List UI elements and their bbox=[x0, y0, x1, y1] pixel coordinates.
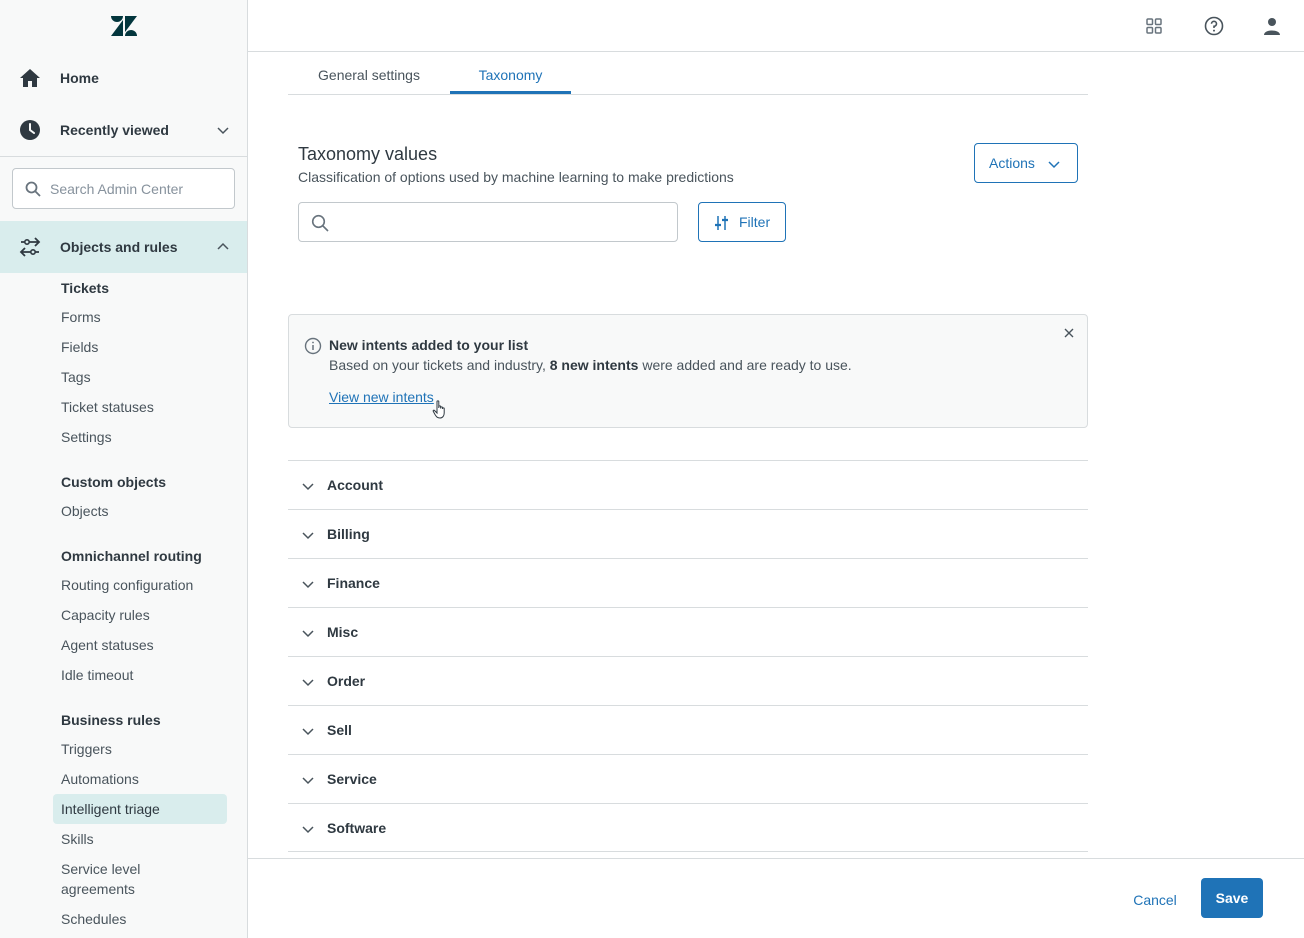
tab-taxonomy[interactable]: Taxonomy bbox=[450, 55, 571, 94]
chevron-down-icon bbox=[217, 127, 229, 135]
sidebar-item-automations[interactable]: Automations bbox=[61, 771, 139, 787]
nav-recently-viewed[interactable]: Recently viewed bbox=[0, 108, 247, 152]
chevron-down-icon bbox=[302, 532, 314, 540]
chevron-down-icon bbox=[302, 777, 314, 785]
chevron-down-icon bbox=[302, 483, 314, 491]
sidebar-item-agent-statuses[interactable]: Agent statuses bbox=[61, 637, 154, 653]
chevron-down-icon bbox=[302, 679, 314, 687]
top-bar bbox=[248, 0, 1304, 52]
hand-cursor-icon bbox=[432, 400, 445, 419]
alert-body-text-end: were added and are ready to use. bbox=[638, 357, 852, 373]
home-icon bbox=[20, 69, 40, 87]
sidebar-item-intelligent-triage[interactable]: Intelligent triage bbox=[53, 794, 227, 824]
apps-grid-icon[interactable] bbox=[1144, 16, 1164, 36]
accordion-row-billing[interactable]: Billing bbox=[288, 509, 1088, 558]
sidebar-item-idle-timeout[interactable]: Idle timeout bbox=[61, 667, 133, 683]
cancel-button[interactable]: Cancel bbox=[1123, 880, 1187, 920]
new-intents-alert: New intents added to your list Based on … bbox=[288, 314, 1088, 428]
tab-list: General settings Taxonomy bbox=[288, 55, 1088, 95]
save-button[interactable]: Save bbox=[1201, 878, 1263, 918]
chevron-down-icon bbox=[302, 630, 314, 638]
sidebar-item-skills[interactable]: Skills bbox=[61, 831, 94, 847]
accordion-label: Account bbox=[327, 477, 383, 493]
view-new-intents-link[interactable]: View new intents bbox=[329, 389, 434, 405]
page-title: Taxonomy values bbox=[298, 144, 438, 164]
accordion-row-misc[interactable]: Misc bbox=[288, 607, 1088, 656]
section-custom-objects: Custom objects bbox=[61, 474, 167, 490]
search-icon bbox=[25, 181, 41, 197]
sidebar-item-fields[interactable]: Fields bbox=[61, 339, 98, 355]
accordion-row-order[interactable]: Order bbox=[288, 656, 1088, 705]
accordion-label: Billing bbox=[327, 526, 370, 542]
zendesk-logo-icon[interactable] bbox=[110, 14, 138, 38]
alert-body: Based on your tickets and industry, 8 ne… bbox=[329, 357, 852, 373]
sidebar-item-routing-configuration[interactable]: Routing configuration bbox=[61, 577, 193, 593]
taxonomy-search-input[interactable] bbox=[298, 202, 678, 242]
admin-search-input[interactable]: Search Admin Center bbox=[12, 168, 235, 209]
chevron-down-icon bbox=[302, 826, 314, 834]
nav-home-label: Home bbox=[60, 70, 99, 86]
section-omnichannel-routing: Omnichannel routing bbox=[61, 548, 202, 564]
accordion-row-finance[interactable]: Finance bbox=[288, 558, 1088, 607]
accordion-row-software[interactable]: Software bbox=[288, 803, 1088, 852]
clock-icon bbox=[20, 120, 40, 140]
help-icon[interactable] bbox=[1204, 16, 1224, 36]
close-icon[interactable] bbox=[1063, 327, 1075, 339]
tab-general-settings[interactable]: General settings bbox=[316, 55, 422, 95]
sidebar-item-service-level-agreements[interactable]: Service level bbox=[61, 861, 140, 877]
sidebar-item-triggers[interactable]: Triggers bbox=[61, 741, 112, 757]
search-icon bbox=[311, 214, 329, 232]
accordion-label: Misc bbox=[327, 624, 359, 640]
chevron-up-icon bbox=[217, 242, 229, 250]
sidebar-item-capacity-rules[interactable]: Capacity rules bbox=[61, 607, 150, 623]
accordion-row-account[interactable]: Account bbox=[288, 460, 1088, 509]
accordion-label: Order bbox=[327, 673, 366, 689]
section-tickets: Tickets bbox=[61, 280, 109, 296]
nav-recently-viewed-label: Recently viewed bbox=[60, 122, 169, 138]
alert-body-text: Based on your tickets and industry, bbox=[329, 357, 550, 373]
page-subtitle: Classification of options used by machin… bbox=[298, 169, 734, 185]
alert-body-count: 8 new intents bbox=[549, 357, 639, 373]
objects-rules-icon bbox=[19, 237, 41, 257]
info-icon bbox=[304, 337, 322, 355]
chevron-down-icon bbox=[1048, 161, 1060, 169]
nav-objects-and-rules[interactable]: Objects and rules bbox=[0, 221, 247, 273]
section-business-rules: Business rules bbox=[61, 712, 161, 728]
accordion-label: Sell bbox=[327, 722, 352, 738]
filter-button[interactable]: Filter bbox=[698, 202, 786, 242]
sidebar-item-settings[interactable]: Settings bbox=[61, 429, 112, 445]
admin-search-placeholder: Search Admin Center bbox=[50, 181, 184, 197]
footer-bar: Cancel Save bbox=[248, 858, 1304, 938]
sidebar-item-service-level-agreements-line2[interactable]: agreements bbox=[61, 881, 135, 897]
accordion-row-service[interactable]: Service bbox=[288, 754, 1088, 803]
sidebar-item-forms[interactable]: Forms bbox=[61, 309, 101, 325]
chevron-down-icon bbox=[302, 728, 314, 736]
taxonomy-accordion: Account Billing Finance Misc Order Sell … bbox=[288, 460, 1088, 852]
nav-home[interactable]: Home bbox=[0, 56, 247, 100]
actions-button-label: Actions bbox=[989, 155, 1035, 171]
filter-sliders-icon bbox=[715, 216, 728, 230]
sidebar-item-ticket-statuses[interactable]: Ticket statuses bbox=[61, 399, 154, 415]
sidebar-item-schedules[interactable]: Schedules bbox=[61, 911, 126, 927]
accordion-row-sell[interactable]: Sell bbox=[288, 705, 1088, 754]
chevron-down-icon bbox=[302, 581, 314, 589]
sidebar-divider bbox=[0, 156, 247, 157]
accordion-label: Service bbox=[327, 771, 377, 787]
accordion-label: Finance bbox=[327, 575, 380, 591]
sidebar: Home Recently viewed Search Admin Center… bbox=[0, 0, 248, 938]
sidebar-item-tags[interactable]: Tags bbox=[61, 369, 91, 385]
alert-title: New intents added to your list bbox=[329, 337, 529, 353]
accordion-label: Software bbox=[327, 820, 387, 836]
actions-button[interactable]: Actions bbox=[974, 143, 1078, 183]
filter-button-label: Filter bbox=[739, 214, 771, 230]
user-icon[interactable] bbox=[1262, 16, 1282, 36]
nav-objects-and-rules-label: Objects and rules bbox=[60, 239, 178, 255]
sidebar-item-objects[interactable]: Objects bbox=[61, 503, 108, 519]
